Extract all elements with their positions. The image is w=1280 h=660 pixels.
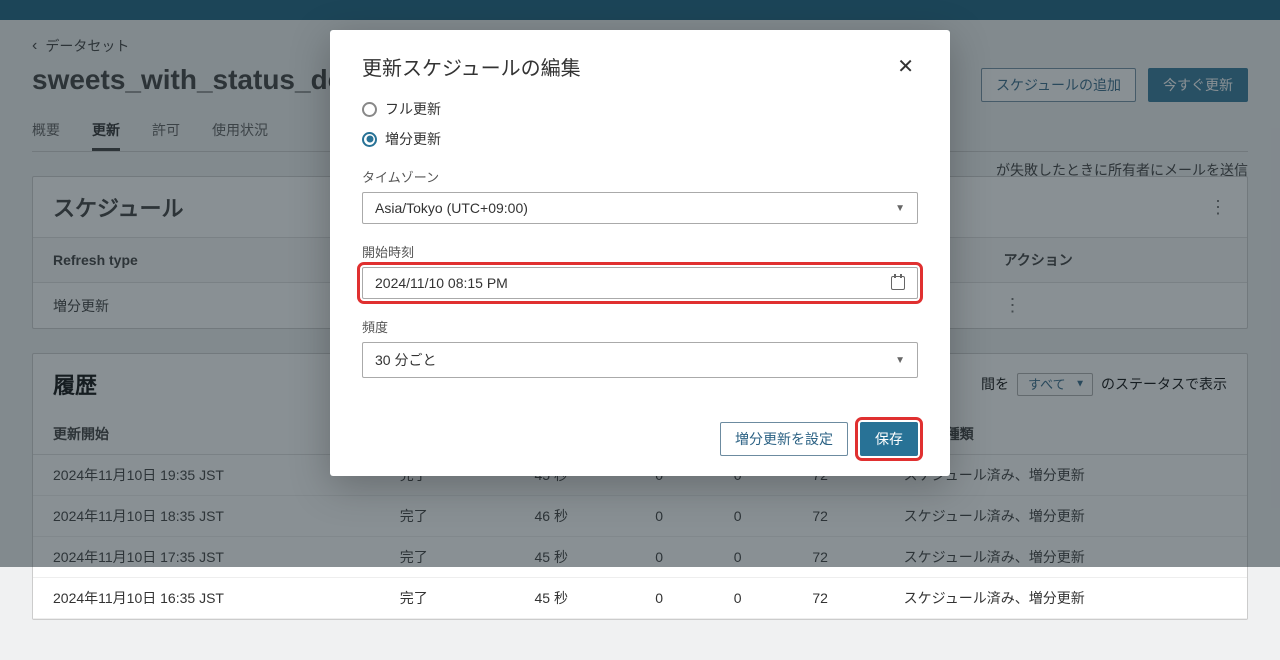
- history-row: 2024年11月10日 16:35 JST完了45 秒0072スケジュール済み、…: [33, 578, 1247, 619]
- chevron-down-icon: ▼: [895, 203, 905, 214]
- close-icon[interactable]: ✕: [893, 50, 918, 83]
- chevron-down-icon: ▼: [895, 355, 905, 366]
- frequency-label: 頻度: [362, 317, 918, 336]
- frequency-select[interactable]: 30 分ごと ▼: [362, 342, 918, 378]
- configure-incremental-button[interactable]: 増分更新を設定: [720, 422, 848, 456]
- save-button[interactable]: 保存: [860, 422, 918, 456]
- radio-full-refresh[interactable]: フル更新: [362, 99, 918, 119]
- radio-incremental-refresh[interactable]: 増分更新: [362, 129, 918, 149]
- edit-schedule-modal: 更新スケジュールの編集 ✕ フル更新 増分更新 タイムゾーン Asia/Toky…: [330, 30, 950, 476]
- timezone-label: タイムゾーン: [362, 167, 918, 186]
- timezone-select[interactable]: Asia/Tokyo (UTC+09:00) ▼: [362, 192, 918, 224]
- radio-selected-icon: [362, 132, 377, 147]
- start-time-input[interactable]: 2024/11/10 08:15 PM: [362, 267, 918, 299]
- modal-title: 更新スケジュールの編集: [362, 52, 581, 81]
- radio-unselected-icon: [362, 102, 377, 117]
- start-time-label: 開始時刻: [362, 242, 918, 261]
- calendar-icon[interactable]: [891, 276, 905, 290]
